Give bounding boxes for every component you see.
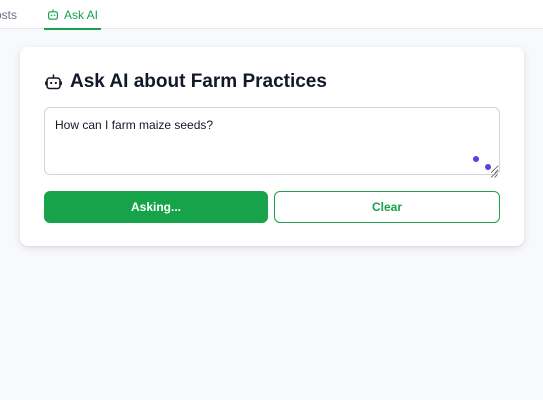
tab-posts[interactable]: osts [0,0,17,29]
clear-button[interactable]: Clear [274,191,500,223]
card-title-text: Ask AI about Farm Practices [70,71,327,92]
robot-icon [47,8,59,21]
ask-button[interactable]: Asking... [44,191,268,223]
tab-ask-ai[interactable]: Ask AI [44,0,102,30]
tab-posts-label: osts [0,7,18,22]
top-tab-bar: osts Ask AI [0,0,543,30]
ask-ai-card: Ask AI about Farm Practices How can I fa… [20,47,524,246]
typing-indicator-dot [473,156,479,162]
resize-handle-icon[interactable] [490,165,498,178]
question-input[interactable]: How can I farm maize seeds? [44,107,500,175]
robot-icon [45,73,62,91]
card-title: Ask AI about Farm Practices [45,71,327,93]
tab-ask-ai-label: Ask AI [64,7,99,22]
